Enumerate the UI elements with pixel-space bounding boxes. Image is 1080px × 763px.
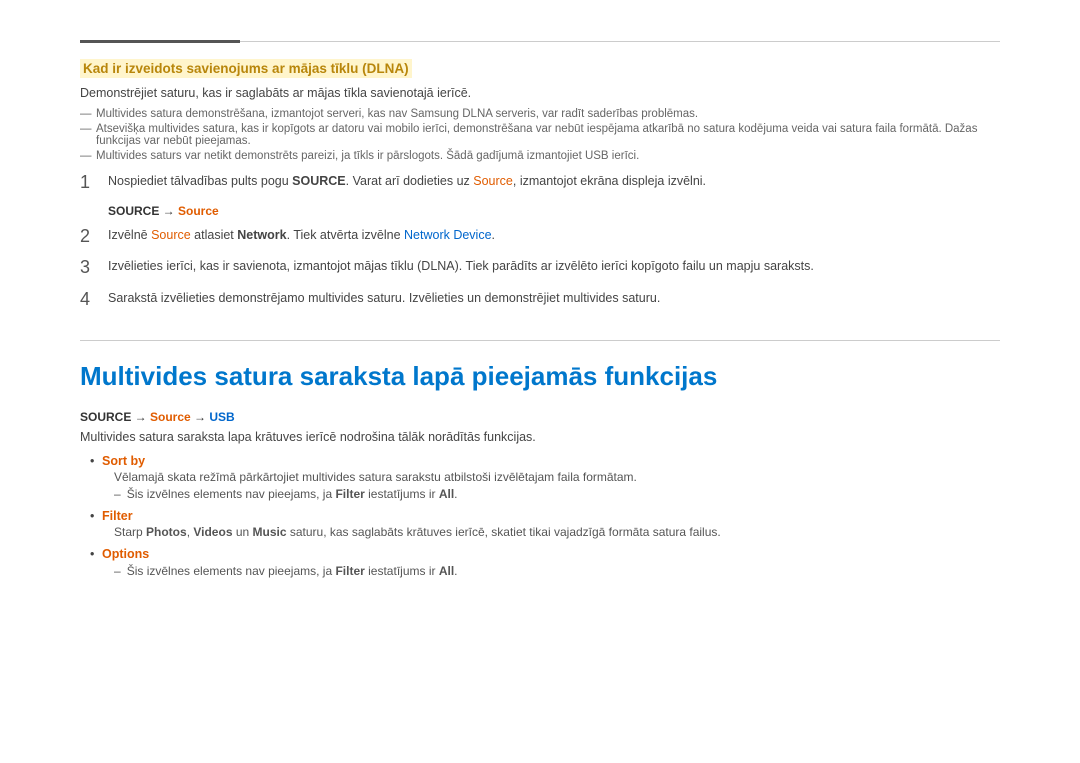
steps: 1 Nospiediet tālvadības pults pogu SOURC… [80,172,1000,310]
dlna-bullet-1: Multivides satura demonstrēšana, izmanto… [80,108,1000,120]
main-section: Multivides satura saraksta lapā pieejamā… [80,361,1000,578]
dlna-bullet-2: Atsevišķa multivides satura, kas ir kopī… [80,123,1000,147]
feature-intro: Multivides satura saraksta lapa krātuves… [80,430,1000,444]
feature-options: Options Šis izvēlnes elements nav pieeja… [90,547,1000,578]
filter-label: Filter [102,509,133,523]
feature-sort-by: Sort by Vēlamajā skata režīmā pārkārtoji… [90,454,1000,501]
rule-left [80,40,240,43]
step-1: 1 Nospiediet tālvadības pults pogu SOURC… [80,172,1000,194]
dlna-bullet-3: Multivides saturs var netikt demonstrēts… [80,150,1000,162]
dlna-section: Kad ir izveidots savienojums ar mājas tī… [80,61,1000,310]
feature-list: Sort by Vēlamajā skata režīmā pārkārtoji… [80,454,1000,578]
sort-by-label: Sort by [102,454,145,468]
options-sub-1: Šis izvēlnes elements nav pieejams, ja F… [102,564,1000,578]
source-arrow-line: SOURCE → Source [108,204,1000,218]
sort-by-sub-1: Šis izvēlnes elements nav pieejams, ja F… [102,487,1000,501]
sort-by-desc: Vēlamajā skata režīmā pārkārtojiet multi… [102,470,1000,484]
step-3: 3 Izvēlieties ierīci, kas ir savienota, … [80,257,1000,279]
source-header: SOURCE → Source → USB [80,410,1000,424]
section-divider [80,340,1000,341]
filter-desc: Starp Photos, Videos un Music saturu, ka… [102,525,1000,539]
top-rule [80,40,1000,43]
rule-right [240,41,1000,42]
step-2: 2 Izvēlnē Source atlasiet Network. Tiek … [80,226,1000,248]
dlna-title: Kad ir izveidots savienojums ar mājas tī… [80,61,1000,76]
page: Kad ir izveidots savienojums ar mājas tī… [0,0,1080,626]
dlna-intro: Demonstrējiet saturu, kas ir saglabāts a… [80,86,1000,100]
options-label: Options [102,547,149,561]
step-4: 4 Sarakstā izvēlieties demonstrējamo mul… [80,289,1000,311]
feature-filter: Filter Starp Photos, Videos un Music sat… [90,509,1000,539]
main-title: Multivides satura saraksta lapā pieejamā… [80,361,1000,392]
